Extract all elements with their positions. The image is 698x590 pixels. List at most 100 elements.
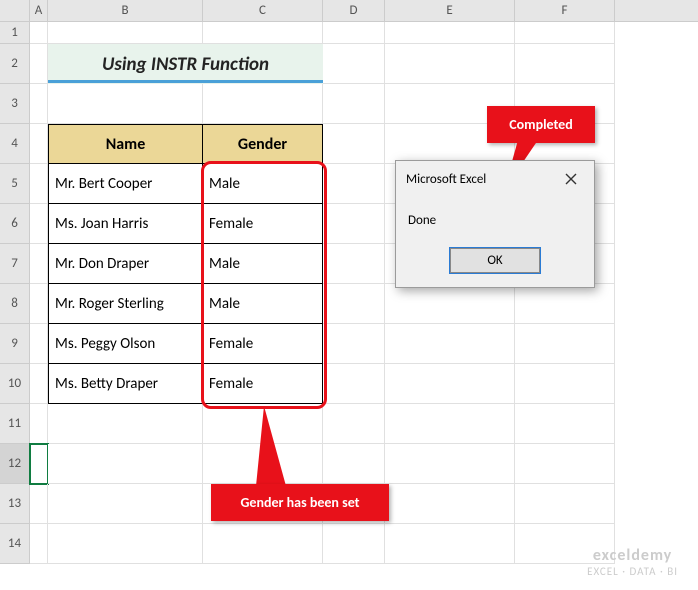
row-header-3[interactable]: 3 bbox=[0, 84, 30, 124]
cell-E10[interactable] bbox=[385, 364, 515, 404]
table-row: Mr. Roger Sterling Male bbox=[30, 284, 615, 324]
cell-C3[interactable] bbox=[203, 84, 323, 124]
ok-button[interactable]: OK bbox=[450, 248, 540, 273]
dialog-title: Microsoft Excel bbox=[406, 172, 486, 187]
col-header-E[interactable]: E bbox=[385, 0, 515, 21]
cell-C1[interactable] bbox=[203, 22, 323, 44]
row-header-13[interactable]: 13 bbox=[0, 484, 30, 524]
cell-F13[interactable] bbox=[515, 484, 615, 524]
cell-D1[interactable] bbox=[323, 22, 385, 44]
col-header-F[interactable]: F bbox=[515, 0, 615, 21]
row-header-4[interactable]: 4 bbox=[0, 124, 30, 164]
cell-E14[interactable] bbox=[385, 524, 515, 564]
col-header-B[interactable]: B bbox=[48, 0, 203, 21]
cell-E9[interactable] bbox=[385, 324, 515, 364]
cell-A4[interactable] bbox=[30, 124, 48, 164]
cell-C14[interactable] bbox=[203, 524, 323, 564]
cell-E12[interactable] bbox=[385, 444, 515, 484]
cell-name[interactable]: Mr. Roger Sterling bbox=[48, 284, 203, 324]
cell-A2[interactable] bbox=[30, 44, 48, 84]
callout-gender-tail bbox=[256, 406, 296, 486]
row-header-2[interactable]: 2 bbox=[0, 44, 30, 84]
row-header-6[interactable]: 6 bbox=[0, 204, 30, 244]
cell-A9[interactable] bbox=[30, 324, 48, 364]
cell-A13[interactable] bbox=[30, 484, 48, 524]
cell-F10[interactable] bbox=[515, 364, 615, 404]
cell-B1[interactable] bbox=[48, 22, 203, 44]
row-header-9[interactable]: 9 bbox=[0, 324, 30, 364]
cell-B12[interactable] bbox=[48, 444, 203, 484]
row-header-11[interactable]: 11 bbox=[0, 404, 30, 444]
dialog-body: Done bbox=[396, 197, 594, 248]
row-header-8[interactable]: 8 bbox=[0, 284, 30, 324]
cell-D3[interactable] bbox=[323, 84, 385, 124]
close-button[interactable] bbox=[558, 169, 584, 189]
cell-F11[interactable] bbox=[515, 404, 615, 444]
cell-A12-active[interactable] bbox=[30, 444, 48, 484]
cell-gender[interactable]: Female bbox=[203, 324, 323, 364]
table-row: Ms. Betty Draper Female bbox=[30, 364, 615, 404]
cell-A5[interactable] bbox=[30, 164, 48, 204]
cell-A8[interactable] bbox=[30, 284, 48, 324]
cell-B14[interactable] bbox=[48, 524, 203, 564]
cell-gender[interactable]: Female bbox=[203, 204, 323, 244]
cell-name[interactable]: Ms. Peggy Olson bbox=[48, 324, 203, 364]
row-headers: 1 2 3 4 5 6 7 8 9 10 11 12 13 14 bbox=[0, 22, 30, 564]
col-header-A[interactable]: A bbox=[30, 0, 48, 21]
column-headers: A B C D E F bbox=[0, 0, 698, 22]
cell-A14[interactable] bbox=[30, 524, 48, 564]
watermark-brand: exceldemy bbox=[587, 546, 678, 565]
cell-gender[interactable]: Female bbox=[203, 364, 323, 404]
cell-gender[interactable]: Male bbox=[203, 164, 323, 204]
cell-F1[interactable] bbox=[515, 22, 615, 44]
cell-D4[interactable] bbox=[323, 124, 385, 164]
row-header-14[interactable]: 14 bbox=[0, 524, 30, 564]
cell-name[interactable]: Mr. Don Draper bbox=[48, 244, 203, 284]
cell-gender[interactable]: Male bbox=[203, 244, 323, 284]
cell-B11[interactable] bbox=[48, 404, 203, 444]
cell-F8[interactable] bbox=[515, 284, 615, 324]
cell-name[interactable]: Ms. Joan Harris bbox=[48, 204, 203, 244]
cell-E13[interactable] bbox=[385, 484, 515, 524]
cell-name[interactable]: Ms. Betty Draper bbox=[48, 364, 203, 404]
row-header-7[interactable]: 7 bbox=[0, 244, 30, 284]
close-icon bbox=[565, 173, 577, 185]
cell-F9[interactable] bbox=[515, 324, 615, 364]
cell-gender[interactable]: Male bbox=[203, 284, 323, 324]
cell-E8[interactable] bbox=[385, 284, 515, 324]
cell-A3[interactable] bbox=[30, 84, 48, 124]
cell-E11[interactable] bbox=[385, 404, 515, 444]
cell-A1[interactable] bbox=[30, 22, 48, 44]
cell-A6[interactable] bbox=[30, 204, 48, 244]
cell-E2[interactable] bbox=[385, 44, 515, 84]
cell-B3[interactable] bbox=[48, 84, 203, 124]
cell-D14[interactable] bbox=[323, 524, 385, 564]
col-header-D[interactable]: D bbox=[323, 0, 385, 21]
row-header-5[interactable]: 5 bbox=[0, 164, 30, 204]
row-header-10[interactable]: 10 bbox=[0, 364, 30, 404]
cell-D5[interactable] bbox=[323, 164, 385, 204]
table-header-name[interactable]: Name bbox=[48, 124, 203, 164]
page-title[interactable]: Using INSTR Function bbox=[48, 44, 323, 84]
cell-B13[interactable] bbox=[48, 484, 203, 524]
cell-D8[interactable] bbox=[323, 284, 385, 324]
row-header-12[interactable]: 12 bbox=[0, 444, 30, 484]
cell-name[interactable]: Mr. Bert Cooper bbox=[48, 164, 203, 204]
select-all-corner[interactable] bbox=[0, 0, 30, 21]
col-header-C[interactable]: C bbox=[203, 0, 323, 21]
cell-D10[interactable] bbox=[323, 364, 385, 404]
row-header-1[interactable]: 1 bbox=[0, 22, 30, 44]
cell-F2[interactable] bbox=[515, 44, 615, 84]
cell-D9[interactable] bbox=[323, 324, 385, 364]
cell-D7[interactable] bbox=[323, 244, 385, 284]
cell-A7[interactable] bbox=[30, 244, 48, 284]
table-header-gender[interactable]: Gender bbox=[203, 124, 323, 164]
cell-D2[interactable] bbox=[323, 44, 385, 84]
cell-A11[interactable] bbox=[30, 404, 48, 444]
cell-D6[interactable] bbox=[323, 204, 385, 244]
cell-F12[interactable] bbox=[515, 444, 615, 484]
cell-A10[interactable] bbox=[30, 364, 48, 404]
cell-E1[interactable] bbox=[385, 22, 515, 44]
cell-D11[interactable] bbox=[323, 404, 385, 444]
cell-D12[interactable] bbox=[323, 444, 385, 484]
